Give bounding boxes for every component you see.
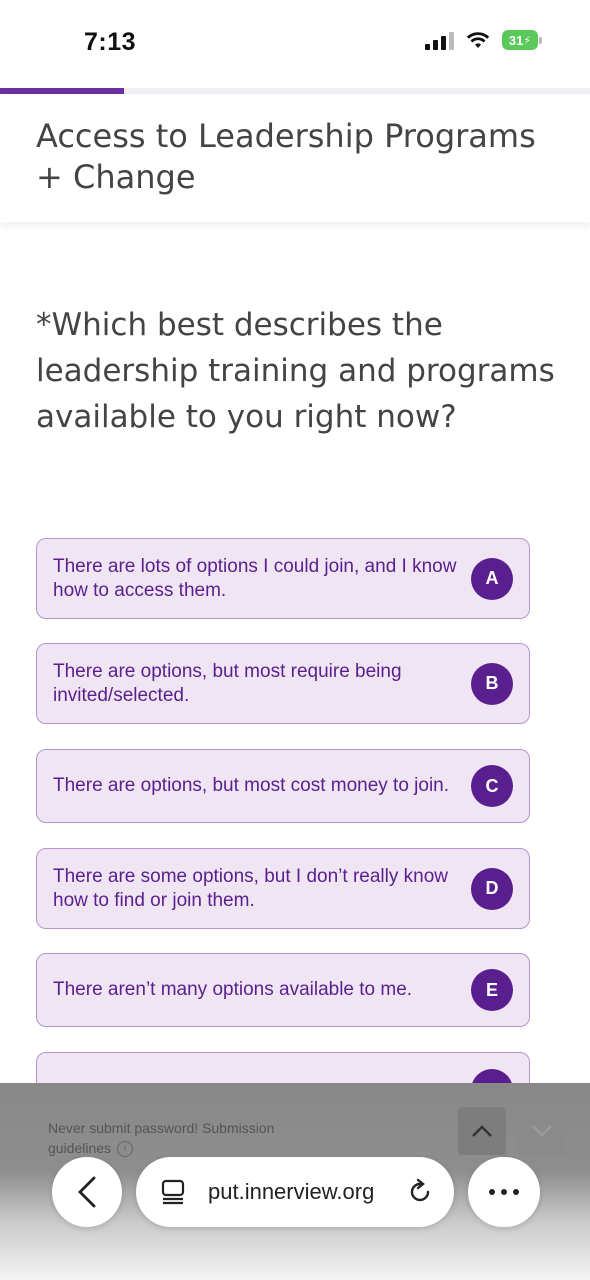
url-text: put.innerview.org <box>208 1179 375 1204</box>
option-c[interactable]: There are options, but most cost money t… <box>36 749 530 823</box>
info-icon: i <box>117 1141 134 1158</box>
wifi-icon <box>466 32 490 48</box>
option-d[interactable]: There are some options, but I don’t real… <box>36 848 530 929</box>
signal-icon <box>425 30 454 50</box>
browser-back-button[interactable] <box>52 1157 122 1227</box>
status-time: 7:13 <box>84 28 137 56</box>
chevron-up-icon <box>472 1125 492 1137</box>
question-text: *Which best describes the leadership tra… <box>36 307 555 435</box>
address-bar[interactable]: put.innerview.org <box>136 1157 454 1227</box>
option-key-badge: A <box>471 557 513 600</box>
option-key-badge: D <box>471 867 513 910</box>
status-bar: 7:13 31 ⚡ <box>0 0 590 88</box>
battery-icon: 31 ⚡ <box>502 30 542 50</box>
option-key-badge: E <box>471 969 513 1011</box>
option-key-badge: C <box>471 765 513 807</box>
option-label: There are lots of options I could join, … <box>53 555 457 601</box>
guidelines-text: Never submit password! Submission guidel… <box>48 1120 275 1156</box>
reader-icon <box>161 1179 185 1205</box>
browser-more-button[interactable] <box>468 1157 540 1227</box>
submission-guidelines[interactable]: Never submit password! Submission guidel… <box>48 1118 308 1158</box>
previous-question-button[interactable] <box>458 1107 506 1155</box>
option-label: There are options, but most require bein… <box>53 660 402 706</box>
next-question-button[interactable] <box>518 1107 566 1155</box>
option-a[interactable]: There are lots of options I could join, … <box>36 538 530 619</box>
option-e[interactable]: There aren’t many options available to m… <box>36 953 530 1027</box>
section-header: Access to Leadership Programs + Change <box>0 94 590 222</box>
option-label: There are options, but most cost money t… <box>53 775 450 796</box>
more-icon <box>489 1189 495 1195</box>
option-key-badge: B <box>471 662 513 705</box>
status-icons: 31 ⚡ <box>425 30 542 50</box>
section-title: Access to Leadership Programs + Change <box>36 117 536 196</box>
option-label: There aren’t many options available to m… <box>53 979 413 1000</box>
chevron-down-icon <box>532 1125 552 1137</box>
option-label: There are some options, but I don’t real… <box>53 865 448 911</box>
option-b[interactable]: There are options, but most require bein… <box>36 643 530 724</box>
reload-icon[interactable] <box>406 1178 434 1206</box>
back-icon <box>78 1176 96 1208</box>
battery-level: 31 <box>508 32 524 48</box>
